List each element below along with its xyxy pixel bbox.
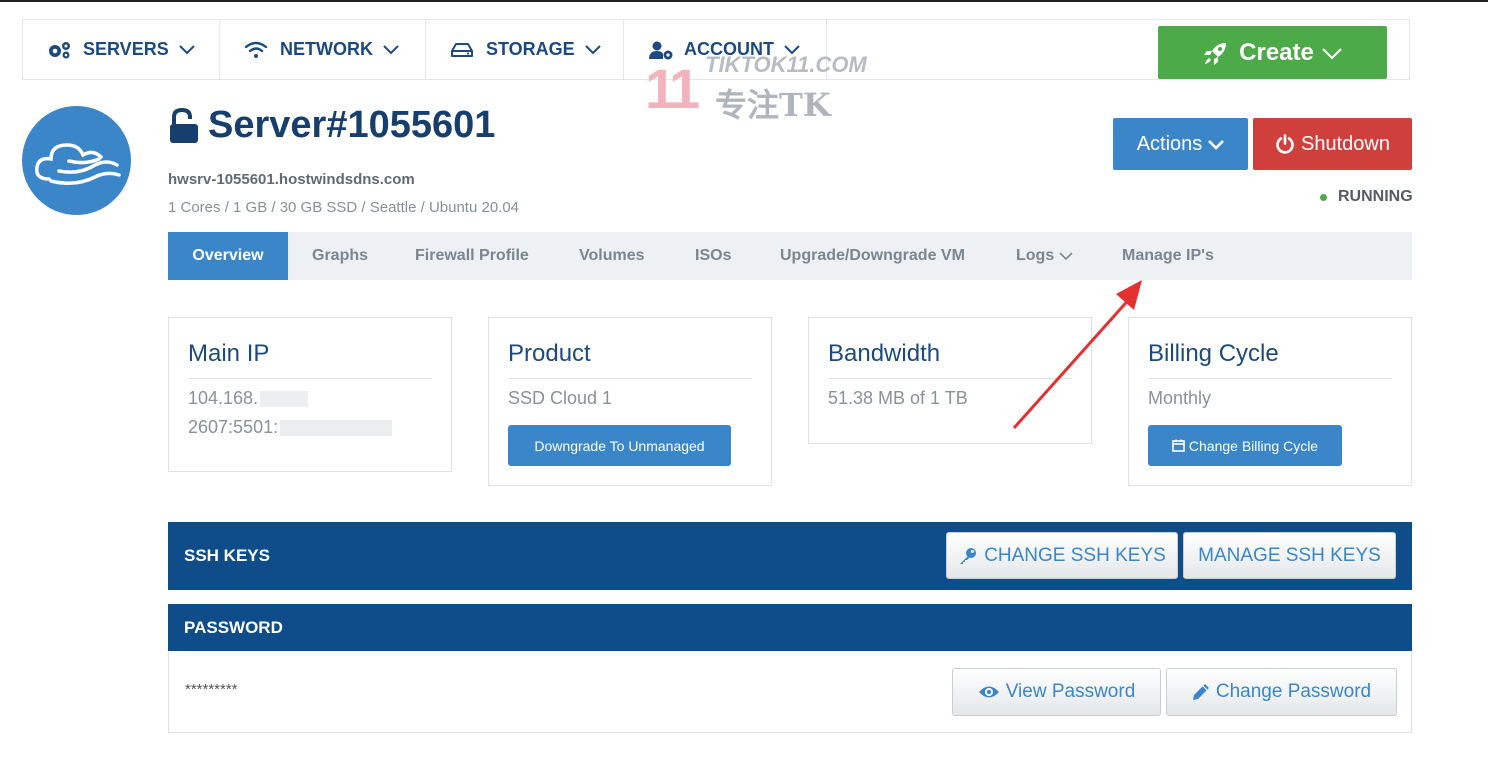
card-billing-cycle: Billing Cycle Monthly Change Billing Cyc… (1128, 317, 1412, 486)
actions-label: Actions (1136, 132, 1203, 155)
view-password-button[interactable]: View Password (952, 668, 1161, 716)
server-title: Server#1055601 (208, 104, 496, 146)
shutdown-button[interactable]: Shutdown (1253, 118, 1412, 170)
redacted-blur (260, 391, 309, 408)
watermark: 11 TIKTOK11.COM 专注TK (645, 52, 867, 124)
unlock-icon[interactable] (168, 107, 200, 144)
card-title: Billing Cycle (1148, 340, 1279, 367)
hdd-icon (450, 39, 476, 61)
tab-volumes[interactable]: Volumes (579, 232, 645, 280)
pencil-icon (1192, 683, 1210, 701)
tab-logs-label: Logs (1016, 247, 1055, 264)
bandwidth-value: 51.38 MB of 1 TB (828, 388, 968, 408)
tab-firewall-profile[interactable]: Firewall Profile (415, 232, 529, 280)
key-icon (958, 546, 978, 566)
change-ssh-keys-button[interactable]: CHANGE SSH KEYS (946, 532, 1178, 579)
card-product: Product SSD Cloud 1 Downgrade To Unmanag… (488, 317, 772, 486)
tab-upgrade-downgrade-vm[interactable]: Upgrade/Downgrade VM (780, 232, 965, 280)
watermark-number: 11 (645, 57, 700, 120)
create-button[interactable]: Create (1158, 26, 1387, 79)
card-title: Bandwidth (828, 340, 941, 367)
rocket-icon (1203, 40, 1229, 66)
nav-storage[interactable]: STORAGE (426, 20, 624, 79)
divider (188, 378, 432, 379)
masked-password: ********* (185, 681, 238, 698)
redacted-blur (280, 420, 393, 437)
chevron-down-icon (1208, 133, 1225, 156)
downgrade-button[interactable]: Downgrade To Unmanaged (508, 425, 731, 466)
change-password-button[interactable]: Change Password (1166, 668, 1397, 716)
nav-servers-label: SERVERS (83, 39, 169, 59)
server-tabs: Overview Graphs Firewall Profile Volumes… (168, 232, 1412, 280)
chevron-down-icon (383, 39, 399, 60)
chevron-down-icon (178, 39, 195, 60)
view-password-label: View Password (1005, 681, 1136, 702)
status-dot (1320, 193, 1327, 201)
tab-graphs[interactable]: Graphs (312, 232, 368, 280)
manage-ssh-keys-label: MANAGE SSH KEYS (1198, 544, 1381, 566)
divider (1148, 378, 1392, 379)
change-billing-cycle-button[interactable]: Change Billing Cycle (1148, 425, 1342, 466)
watermark-site: TIKTOK11.COM (705, 52, 867, 77)
cloud-logo (22, 106, 131, 215)
change-password-label: Change Password (1215, 681, 1372, 702)
tab-overview[interactable]: Overview (168, 232, 288, 280)
ipv4-address: 104.168. (188, 388, 309, 409)
chevron-down-icon (1059, 251, 1073, 261)
change-billing-cycle-label: Change Billing Cycle (1188, 437, 1319, 454)
product-value: SSD Cloud 1 (508, 388, 613, 408)
shutdown-label: Shutdown (1301, 132, 1390, 155)
nav-network[interactable]: NETWORK (220, 20, 426, 79)
wifi-icon (244, 39, 270, 61)
server-specs: 1 Cores / 1 GB / 30 GB SSD / Seattle / U… (168, 199, 520, 216)
nav-servers[interactable]: SERVERS (23, 20, 220, 79)
card-main-ip: Main IP 104.168. 2607:5501: (168, 317, 452, 472)
calendar-icon (1172, 439, 1185, 452)
cloud-wind-icon (34, 142, 121, 185)
chevron-down-icon (584, 39, 601, 60)
status-label: RUNNING (1338, 188, 1413, 205)
divider (508, 378, 752, 379)
card-title: Main IP (188, 340, 270, 367)
status-badge: RUNNING (1320, 188, 1413, 206)
password-panel: PASSWORD (168, 604, 1412, 651)
ipv6-address: 2607:5501: (188, 417, 393, 438)
power-icon (1275, 134, 1295, 154)
ssh-keys-title: SSH KEYS (184, 546, 270, 565)
card-title: Product (508, 340, 591, 367)
gears-icon (47, 39, 73, 61)
top-border (0, 0, 1488, 2)
tab-isos[interactable]: ISOs (695, 232, 731, 280)
manage-ssh-keys-button[interactable]: MANAGE SSH KEYS (1183, 532, 1396, 579)
watermark-slogan: 专注TK (715, 86, 831, 124)
nav-storage-label: STORAGE (486, 39, 575, 59)
eye-icon (978, 684, 1000, 700)
create-label: Create (1239, 38, 1314, 66)
actions-button[interactable]: Actions (1113, 118, 1248, 170)
change-ssh-keys-label: CHANGE SSH KEYS (984, 544, 1166, 566)
password-title: PASSWORD (184, 618, 283, 637)
annotation-arrow-icon (1012, 280, 1142, 429)
server-hostname: hwsrv-1055601.hostwindsdns.com (168, 171, 415, 188)
chevron-down-icon (1322, 39, 1342, 67)
nav-network-label: NETWORK (280, 39, 373, 59)
